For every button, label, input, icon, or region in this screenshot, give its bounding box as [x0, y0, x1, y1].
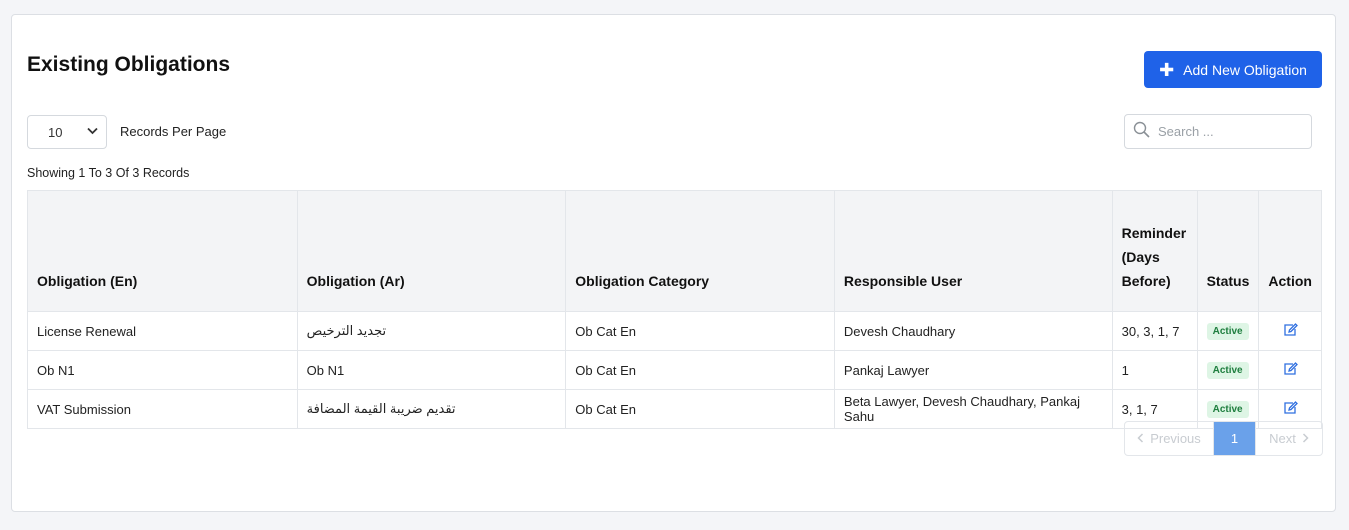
cell-reminder: 1	[1111, 350, 1198, 390]
cell-obligation-ar: تجديد الترخيص	[296, 311, 567, 351]
chevron-down-icon	[87, 126, 98, 138]
cell-obligation-en: License Renewal	[27, 311, 298, 351]
header-action: Action	[1258, 190, 1322, 312]
records-summary: Showing 1 To 3 Of 3 Records	[27, 166, 190, 180]
cell-status: Active	[1196, 350, 1260, 390]
cell-responsible-user: Devesh Chaudhary	[833, 311, 1113, 351]
header-obligation-en: Obligation (En)	[27, 190, 298, 312]
cell-reminder: 30, 3, 1, 7	[1111, 311, 1198, 351]
status-badge: Active	[1206, 323, 1249, 340]
records-per-page-value: 10	[48, 124, 63, 140]
plus-icon: ✚	[1159, 59, 1175, 80]
add-new-obligation-button[interactable]: ✚ Add New Obligation	[1144, 51, 1322, 88]
pagination: Previous 1 Next	[1124, 421, 1323, 456]
page-title: Existing Obligations	[27, 53, 231, 76]
edit-icon[interactable]	[1283, 322, 1298, 340]
table-row: Ob N1 Ob N1 Ob Cat En Pankaj Lawyer 1 Ac…	[27, 350, 1322, 390]
obligations-table: Obligation (En) Obligation (Ar) Obligati…	[27, 190, 1322, 429]
cell-obligation-category: Ob Cat En	[565, 389, 835, 429]
cell-obligation-en: VAT Submission	[27, 389, 298, 429]
cell-obligation-category: Ob Cat En	[565, 311, 835, 351]
previous-page-button[interactable]: Previous	[1125, 422, 1214, 455]
cell-obligation-category: Ob Cat En	[565, 350, 835, 390]
cell-status: Active	[1196, 311, 1260, 351]
table-row: License Renewal تجديد الترخيص Ob Cat En …	[27, 311, 1322, 351]
page-1-button[interactable]: 1	[1214, 422, 1255, 455]
records-per-page-select[interactable]: 10	[27, 115, 107, 149]
chevron-right-icon	[1302, 431, 1309, 446]
edit-icon[interactable]	[1283, 400, 1298, 418]
cell-action	[1258, 311, 1322, 351]
cell-obligation-ar: Ob N1	[296, 350, 567, 390]
add-new-obligation-label: Add New Obligation	[1183, 61, 1307, 78]
search-icon	[1133, 121, 1150, 143]
header-reminder: Reminder (Days Before)	[1111, 190, 1198, 312]
header-obligation-ar: Obligation (Ar)	[296, 190, 567, 312]
status-badge: Active	[1206, 401, 1249, 418]
status-badge: Active	[1206, 362, 1249, 379]
header-status: Status	[1196, 190, 1260, 312]
edit-icon[interactable]	[1283, 361, 1298, 379]
chevron-left-icon	[1137, 431, 1144, 446]
search-box	[1124, 114, 1312, 149]
next-page-label: Next	[1269, 431, 1296, 446]
previous-page-label: Previous	[1150, 431, 1201, 446]
records-per-page-label: Records Per Page	[120, 124, 227, 139]
search-input[interactable]	[1156, 123, 1300, 140]
cell-responsible-user: Pankaj Lawyer	[833, 350, 1113, 390]
cell-obligation-ar: تقديم ضريبة القيمة المضافة	[296, 389, 567, 429]
cell-responsible-user: Beta Lawyer, Devesh Chaudhary, Pankaj Sa…	[833, 389, 1113, 429]
cell-obligation-en: Ob N1	[27, 350, 298, 390]
table-header-row: Obligation (En) Obligation (Ar) Obligati…	[27, 190, 1322, 312]
header-obligation-category: Obligation Category	[565, 190, 835, 312]
header-responsible-user: Responsible User	[833, 190, 1113, 312]
next-page-button[interactable]: Next	[1255, 422, 1322, 455]
cell-action	[1258, 350, 1322, 390]
obligations-card: Existing Obligations ✚ Add New Obligatio…	[11, 14, 1336, 512]
